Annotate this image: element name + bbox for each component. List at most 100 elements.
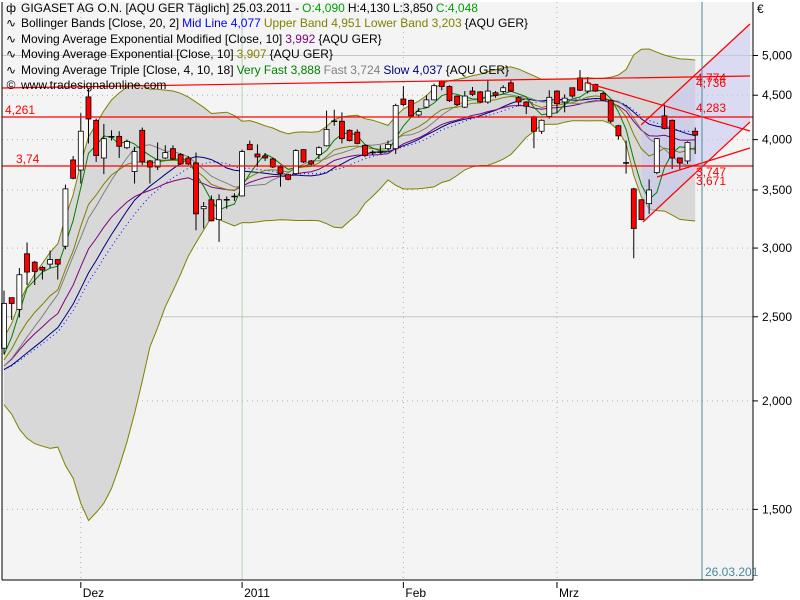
triple-suffix: {AQU GER}	[445, 62, 510, 77]
copyright-text[interactable]: www.tradesignalonline.com	[21, 78, 166, 93]
legend-ema-row[interactable]: ∿ Moving Average Exponential [Close, 10]…	[4, 47, 528, 62]
bollinger-lower: Lower Band 3,203	[364, 16, 462, 31]
legend-copyright-row: © www.tradesignalonline.com	[4, 78, 528, 93]
candle-body	[392, 105, 399, 150]
candle	[139, 127, 146, 165]
candle	[454, 95, 461, 107]
candle-body	[85, 96, 92, 120]
candle	[292, 149, 299, 175]
candle-body	[600, 93, 606, 101]
candle-body	[239, 151, 245, 197]
candle-body	[607, 99, 614, 122]
x-tick-label: Mrz	[559, 586, 579, 600]
y-tick-label: 3,000	[762, 241, 792, 255]
candle	[285, 174, 292, 181]
legend-ema-mod-row[interactable]: ∿ Moving Average Exponential Modified [C…	[4, 32, 528, 47]
candle	[62, 184, 69, 250]
candle-body	[16, 274, 23, 310]
candle-body	[385, 143, 391, 150]
ema-name: Moving Average Exponential [Close, 10]	[21, 47, 234, 62]
candle-body	[676, 157, 683, 164]
legend-bollinger-row[interactable]: ∿ Bollinger Bands [Close, 20, 2] Mid Lin…	[4, 16, 528, 31]
candle	[362, 144, 368, 157]
ema-mod-value: 3,992	[285, 31, 316, 46]
candle-body	[54, 259, 61, 265]
candle-body	[47, 259, 53, 265]
legend-title-row: ф GIGASET AG O.N. [AQU GER Täglich] 25.0…	[4, 1, 528, 16]
candle-body	[200, 206, 207, 210]
x-tick-label: 2011	[244, 586, 270, 600]
bollinger-mid: Mid Line 4,077	[182, 16, 261, 31]
candle-body	[139, 129, 146, 163]
high-value: H:4,130	[347, 1, 390, 15]
candle-body	[561, 97, 568, 103]
y-axis-unit: €	[757, 2, 764, 16]
bollinger-upper: Upper Band 4,951	[263, 16, 362, 31]
candle-body	[323, 128, 330, 147]
candle	[638, 199, 645, 221]
candle-body	[208, 199, 215, 222]
candle-body	[538, 119, 545, 132]
candle-body	[308, 160, 315, 165]
candle	[177, 153, 184, 165]
candle-body	[546, 96, 553, 117]
candle-body	[423, 99, 430, 108]
ema-mod-name: Moving Average Exponential Modified [Clo…	[21, 31, 283, 46]
candle-body	[285, 174, 292, 180]
y-tick-label: 3,500	[762, 183, 792, 197]
candle-body	[116, 135, 123, 147]
candle-body	[315, 147, 322, 155]
x-axis: Dez 2011 Feb Mrz	[80, 582, 579, 600]
candle-body	[692, 130, 699, 136]
candle-body	[254, 153, 261, 158]
indicator-icon: ∿	[5, 47, 17, 62]
candle-body	[170, 148, 176, 160]
candle-body	[415, 111, 422, 116]
candle-body	[569, 87, 576, 97]
legend-triple-row[interactable]: ∿ Moving Average Triple [Close, 4, 10, 1…	[4, 63, 528, 78]
candle	[408, 99, 414, 117]
candle-body	[300, 149, 307, 163]
candle	[392, 103, 399, 155]
candle-body	[454, 95, 461, 105]
candle-body	[630, 188, 637, 229]
candle-body	[292, 150, 299, 175]
indicator-icon: ∿	[5, 31, 17, 46]
candle-body	[339, 120, 345, 140]
candle-body	[408, 99, 414, 117]
y-tick-label: 4,500	[762, 88, 792, 102]
candle	[653, 138, 660, 175]
candle-body	[577, 77, 583, 91]
candle	[346, 129, 353, 142]
candle-body	[400, 98, 407, 105]
y-tick-label: 5,000	[762, 49, 792, 63]
y-tick-label: 4,000	[762, 133, 792, 147]
candle-body	[615, 125, 622, 137]
candle	[684, 141, 691, 164]
candle-body	[653, 138, 660, 173]
candle-body	[354, 131, 361, 144]
indicator-icon: ∿	[5, 16, 17, 31]
candle-body	[262, 155, 269, 159]
triple-slow: Slow 4,037	[383, 62, 443, 77]
candle-body	[646, 189, 653, 205]
ema-value: 3,907	[236, 47, 267, 62]
candle-body	[346, 129, 353, 141]
triple-fast: Fast 3,724	[323, 62, 381, 77]
candle	[300, 149, 307, 163]
candle-body	[39, 267, 46, 271]
candle	[600, 91, 606, 102]
candle	[569, 87, 576, 98]
candle-body	[661, 115, 668, 129]
ema-suffix: {AQU GER}	[269, 47, 333, 62]
cursor-date: 26.03.201	[705, 565, 759, 579]
candle-body	[461, 95, 468, 108]
trend-label-2: 4,736	[696, 76, 726, 90]
open-value: O:4,090	[302, 1, 345, 15]
candle-body	[523, 101, 530, 107]
candle-body	[515, 97, 522, 103]
bollinger-suffix: {AQU GER}	[464, 16, 528, 31]
candle-body	[93, 119, 100, 156]
candle	[239, 149, 245, 197]
candle-body	[554, 90, 560, 105]
